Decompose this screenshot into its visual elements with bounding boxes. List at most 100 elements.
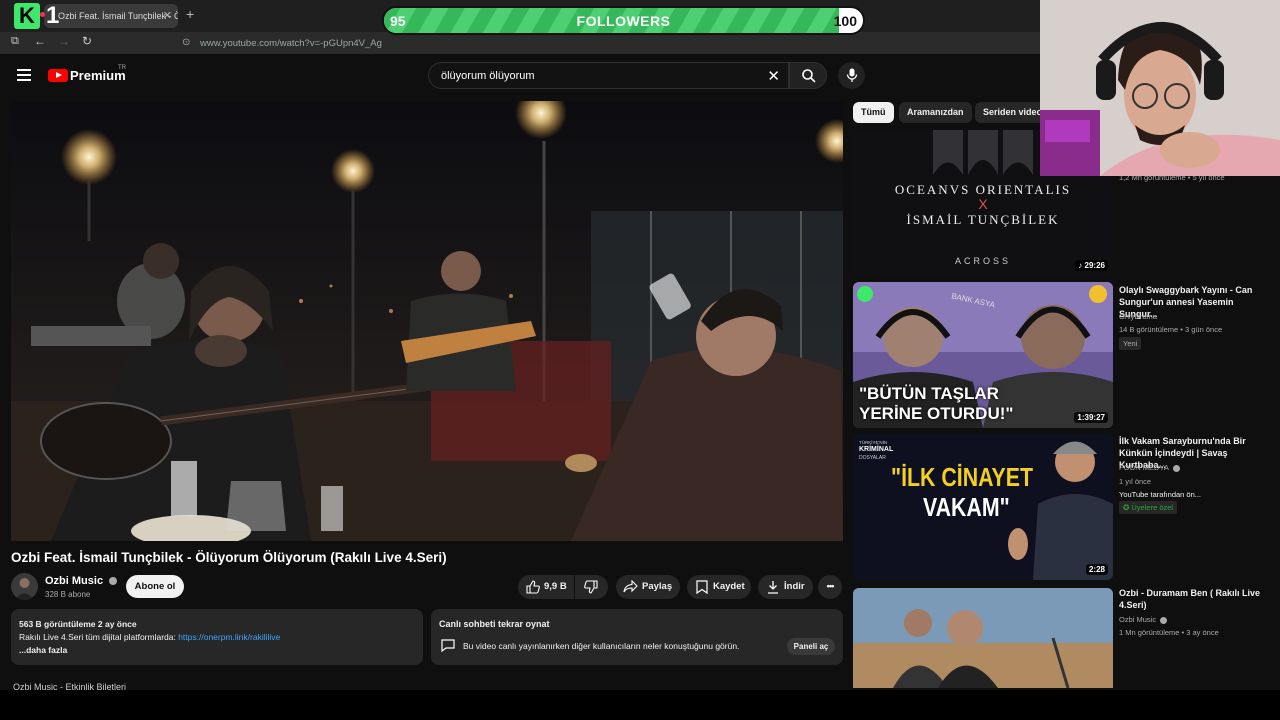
new-badge: Yeni xyxy=(1119,337,1142,350)
thumb-line3: ACROSS xyxy=(954,256,1011,266)
description-more[interactable]: ...daha fazla xyxy=(19,644,415,657)
thumb-x: X xyxy=(978,196,988,212)
share-icon xyxy=(623,580,638,593)
logo-letter: K xyxy=(14,3,40,29)
thumb-text1: "BÜTÜN TAŞLAR xyxy=(859,384,999,403)
channel-text: Ozbi Music xyxy=(1119,615,1157,624)
verified-icon xyxy=(109,577,118,586)
description-text: Rakılı Live 4.Seri tüm dijital platforml… xyxy=(19,632,179,642)
description-line: Rakılı Live 4.Seri tüm dijital platforml… xyxy=(19,631,415,644)
menu-icon[interactable] xyxy=(17,69,31,81)
new-tab-icon[interactable]: + xyxy=(186,6,194,22)
video-player[interactable] xyxy=(11,101,843,541)
duration-badge: 2:28 xyxy=(1085,564,1108,575)
description-link[interactable]: https://onerpm.link/rakililive xyxy=(178,632,280,642)
share-button[interactable]: Paylaş xyxy=(616,575,680,599)
logo-region: TR xyxy=(118,65,126,71)
site-info-icon[interactable]: ⊙ xyxy=(182,37,190,48)
youtube-play-icon xyxy=(48,69,68,82)
save-label: Kaydet xyxy=(713,581,745,592)
more-actions-button[interactable]: ••• xyxy=(818,575,842,599)
chip-from-search[interactable]: Aramanızdan xyxy=(899,102,972,123)
url-text: www.youtube.com/watch?v=-pGUpn4V_Ag xyxy=(200,38,382,49)
stream-logo: K 1 xyxy=(14,3,60,29)
thumbnail-image xyxy=(853,588,1113,688)
followers-goal-bar: 95 FOLLOWERS 100 xyxy=(382,6,865,35)
webcam-image xyxy=(1040,0,1280,176)
forward-icon[interactable]: → xyxy=(58,34,70,48)
channel-avatar[interactable] xyxy=(11,573,38,600)
verified-icon xyxy=(1172,464,1180,472)
recommendation-meta: 1 yıl önce xyxy=(1119,477,1152,486)
like-icon xyxy=(526,580,540,594)
youtube-masthead: Premium TR ölüyorum ölüyorum ✕ xyxy=(0,54,1040,98)
chat-replay-text: Bu video canlı yayınlanırken diğer kulla… xyxy=(463,641,740,651)
recommendation-thumbnail[interactable]: TÜRKİYE'NİN KRİMİNAL DOSYALAR "İLK CİNAY… xyxy=(853,434,1113,580)
address-toolbar: ⧉ ← → ↻ ⊙ www.youtube.com/watch?v=-pGUpn… xyxy=(0,32,1040,54)
chat-icon xyxy=(441,639,455,652)
tab-actions-icon[interactable]: ⧉ xyxy=(11,35,19,48)
bottom-bar xyxy=(0,690,1280,720)
browser-tab[interactable]: Ozbi Feat. İsmail Tunçbilek - Öl ✕ xyxy=(44,4,178,28)
recommendation-meta: 1 Mn görüntüleme • 3 ay önce xyxy=(1119,628,1219,637)
chip-series[interactable]: Seriden video xyxy=(975,102,1051,123)
recommendation-meta: 14 B görüntüleme • 3 gün önce xyxy=(1119,325,1223,334)
like-count: 9,9 B xyxy=(544,581,567,592)
chat-replay-box: Canlı sohbeti tekrar oynat Bu video canl… xyxy=(431,609,843,665)
duration-badge: 1:39:27 xyxy=(1074,412,1108,423)
members-icon: ✪ xyxy=(1123,503,1130,512)
followers-goal: 100 xyxy=(833,13,857,29)
thumb-text2: VAKAM" xyxy=(923,492,1010,522)
duration-badge: ♪ 29:26 xyxy=(1075,260,1108,271)
description-box[interactable]: 563 B görüntüleme 2 ay önce Rakılı Live … xyxy=(11,609,423,665)
chat-replay-title: Canlı sohbeti tekrar oynat xyxy=(439,619,550,629)
recommendation-meta2: YouTube tarafından ön... xyxy=(1119,490,1202,499)
recommendation-channel[interactable]: OnlyDrama xyxy=(1119,312,1157,321)
open-panel-button[interactable]: Paneli aç xyxy=(787,638,835,655)
thumb-text1: "İLK CİNAYET xyxy=(891,462,1034,492)
recommendation-title[interactable]: Ozbi - Duramam Ben ( Rakılı Live 4.Seri) xyxy=(1119,587,1274,611)
more-icon: ••• xyxy=(826,581,835,592)
search-value: ölüyorum ölüyorum xyxy=(441,70,535,82)
chip-all[interactable]: Tümü xyxy=(853,102,894,123)
channel-name-text: Ozbi Music xyxy=(45,575,104,587)
download-label: İndir xyxy=(784,581,805,592)
recommendation-thumbnail[interactable] xyxy=(853,588,1113,688)
search-icon xyxy=(802,69,816,83)
download-button[interactable]: İndir xyxy=(758,575,813,599)
recommendation-channel[interactable]: Ozbi Music xyxy=(1119,615,1168,624)
dislike-icon xyxy=(584,580,598,594)
logo-dot xyxy=(40,12,45,17)
tab-close-icon[interactable]: ✕ xyxy=(163,9,172,22)
like-button[interactable]: 9,9 B xyxy=(518,575,574,599)
reload-icon[interactable]: ↻ xyxy=(82,34,92,48)
search-button[interactable] xyxy=(789,62,827,89)
save-icon xyxy=(696,580,708,594)
channel-text: FOON MEDYA xyxy=(1119,463,1169,472)
download-icon xyxy=(768,581,778,594)
clear-search-icon[interactable]: ✕ xyxy=(767,67,780,85)
back-icon[interactable]: ← xyxy=(34,34,46,48)
address-bar[interactable]: ⊙ www.youtube.com/watch?v=-pGUpn4V_Ag xyxy=(178,35,938,52)
description-stats: 563 B görüntüleme 2 ay önce xyxy=(19,619,137,629)
microphone-icon xyxy=(846,68,858,82)
video-frame xyxy=(11,101,843,541)
search-input[interactable]: ölüyorum ölüyorum ✕ xyxy=(428,62,789,89)
thumb-tag3: DOSYALAR xyxy=(859,455,886,461)
thumb-line2: İSMAİL TUNÇBİLEK xyxy=(906,212,1060,227)
voice-search-button[interactable] xyxy=(838,62,865,89)
subscriber-count: 328 B abone xyxy=(45,590,91,599)
thumb-text2: YERİNE OTURDU!" xyxy=(859,404,1014,423)
share-label: Paylaş xyxy=(642,581,673,592)
subscribe-button[interactable]: Abone ol xyxy=(126,575,184,598)
recommendation-channel[interactable]: FOON MEDYA xyxy=(1119,463,1180,472)
save-button[interactable]: Kaydet xyxy=(687,575,751,599)
thumb-tag2: KRİMİNAL xyxy=(859,446,894,453)
video-title: Ozbi Feat. İsmail Tunçbilek - Ölüyorum Ö… xyxy=(11,550,447,565)
members-only-badge: ✪ Üyelere özel xyxy=(1119,501,1178,514)
logo-number: 1 xyxy=(46,2,60,29)
tab-title: Ozbi Feat. İsmail Tunçbilek - Öl xyxy=(58,11,178,21)
channel-name[interactable]: Ozbi Music xyxy=(45,575,118,587)
recommendation-thumbnail[interactable]: BANK ASYA "BÜTÜN TAŞLAR YERİNE OTURDU!" … xyxy=(853,282,1113,428)
dislike-button[interactable] xyxy=(575,575,608,599)
